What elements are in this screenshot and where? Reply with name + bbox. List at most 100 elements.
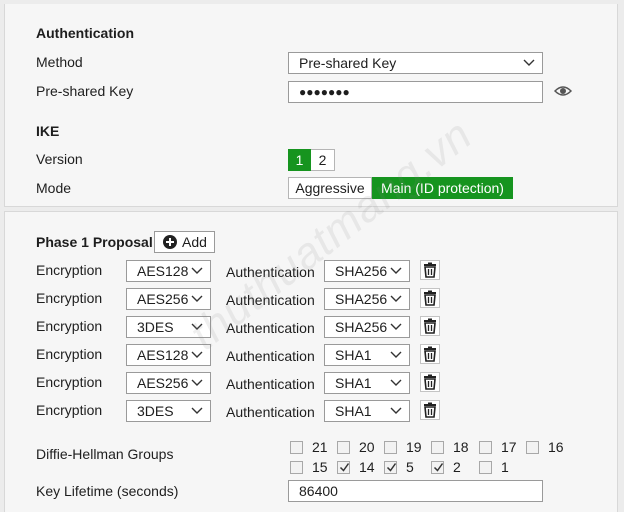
trash-icon[interactable] [420, 316, 440, 336]
encryption-select[interactable]: AES128 [126, 344, 211, 366]
authentication-label: Authentication [226, 348, 315, 364]
version-option-2[interactable]: 2 [311, 149, 335, 171]
dh-group-label: 20 [359, 439, 375, 455]
authentication-label: Authentication [226, 264, 315, 280]
dh-group-label: 17 [501, 439, 517, 455]
encryption-value: 3DES [137, 319, 174, 335]
mode-option-main[interactable]: Main (ID protection) [372, 177, 513, 199]
dh-group-checkbox[interactable] [526, 440, 539, 454]
dh-group-checkbox[interactable] [431, 440, 444, 454]
authentication-select[interactable]: SHA1 [324, 400, 410, 422]
plus-circle-icon [163, 235, 177, 249]
dh-group-label: 2 [453, 459, 461, 475]
authentication-select[interactable]: SHA256 [324, 316, 410, 338]
encryption-select[interactable]: 3DES [126, 400, 211, 422]
encryption-label: Encryption [36, 402, 103, 418]
add-button-label: Add [182, 234, 207, 250]
encryption-select[interactable]: 3DES [126, 316, 211, 338]
psk-input[interactable]: ●●●●●●● [288, 81, 543, 103]
version-option-1[interactable]: 1 [288, 149, 311, 171]
authentication-select[interactable]: SHA256 [324, 288, 410, 310]
authentication-label: Authentication [226, 292, 315, 308]
authentication-value: SHA1 [335, 403, 372, 419]
key-lifetime-label: Key Lifetime (seconds) [36, 483, 179, 499]
dh-group-checkbox[interactable] [479, 460, 492, 474]
chevron-down-icon [390, 295, 402, 302]
trash-icon[interactable] [420, 400, 440, 420]
dh-group-5[interactable]: 5 [384, 459, 414, 475]
dh-group-label: 21 [312, 439, 328, 455]
encryption-value: AES128 [137, 263, 189, 279]
dh-group-1[interactable]: 1 [479, 459, 509, 475]
dh-group-checkbox[interactable] [337, 460, 350, 474]
trash-icon[interactable] [420, 372, 440, 392]
add-proposal-button[interactable]: Add [154, 231, 215, 253]
key-lifetime-input[interactable]: 86400 [288, 480, 543, 502]
mode-option-aggressive[interactable]: Aggressive [288, 177, 372, 199]
dh-group-2[interactable]: 2 [431, 459, 461, 475]
dh-group-20[interactable]: 20 [337, 439, 375, 455]
dh-group-17[interactable]: 17 [479, 439, 517, 455]
encryption-select[interactable]: AES256 [126, 288, 211, 310]
encryption-label: Encryption [36, 374, 103, 390]
authentication-label: Authentication [226, 404, 315, 420]
authentication-value: SHA256 [335, 263, 388, 279]
authentication-select[interactable]: SHA1 [324, 344, 410, 366]
trash-icon[interactable] [420, 344, 440, 364]
trash-icon[interactable] [420, 288, 440, 308]
checkmark-icon [386, 462, 397, 472]
encryption-label: Encryption [36, 346, 103, 362]
encryption-value: AES256 [137, 375, 189, 391]
dh-group-15[interactable]: 15 [290, 459, 328, 475]
phase1-heading: Phase 1 Proposal [36, 234, 153, 250]
chevron-down-icon [191, 351, 203, 358]
method-select[interactable]: Pre-shared Key [288, 52, 543, 74]
authentication-value: SHA1 [335, 375, 372, 391]
authentication-select[interactable]: SHA256 [324, 260, 410, 282]
eye-icon[interactable] [554, 84, 572, 98]
dh-group-checkbox[interactable] [384, 440, 397, 454]
chevron-down-icon [390, 379, 402, 386]
encryption-value: 3DES [137, 403, 174, 419]
method-select-value: Pre-shared Key [299, 55, 397, 71]
dh-group-checkbox[interactable] [290, 440, 303, 454]
authentication-value: SHA1 [335, 347, 372, 363]
dh-group-checkbox[interactable] [337, 440, 350, 454]
dh-group-label: 16 [548, 439, 564, 455]
dh-group-checkbox[interactable] [479, 440, 492, 454]
trash-icon[interactable] [420, 260, 440, 280]
dh-group-14[interactable]: 14 [337, 459, 375, 475]
encryption-value: AES128 [137, 347, 189, 363]
encryption-select[interactable]: AES256 [126, 372, 211, 394]
dh-group-checkbox[interactable] [290, 460, 303, 474]
dh-group-16[interactable]: 16 [526, 439, 564, 455]
mode-label: Mode [36, 180, 72, 196]
dh-group-21[interactable]: 21 [290, 439, 328, 455]
chevron-down-icon [191, 407, 203, 414]
psk-label: Pre-shared Key [36, 83, 134, 99]
dh-group-checkbox[interactable] [431, 460, 444, 474]
dh-group-label: 19 [406, 439, 422, 455]
chevron-down-icon [191, 295, 203, 302]
dh-group-label: 5 [406, 459, 414, 475]
dh-group-checkbox[interactable] [384, 460, 397, 474]
chevron-down-icon [191, 379, 203, 386]
dh-group-label: 15 [312, 459, 328, 475]
checkmark-icon [433, 462, 444, 472]
encryption-value: AES256 [137, 291, 189, 307]
authentication-value: SHA256 [335, 291, 388, 307]
phase1-panel: Phase 1 Proposal Add Encryption AES128 A… [4, 211, 618, 512]
version-label: Version [36, 151, 83, 167]
encryption-label: Encryption [36, 318, 103, 334]
encryption-label: Encryption [36, 290, 103, 306]
encryption-label: Encryption [36, 262, 103, 278]
dh-group-label: 14 [359, 459, 375, 475]
encryption-select[interactable]: AES128 [126, 260, 211, 282]
dh-group-18[interactable]: 18 [431, 439, 469, 455]
chevron-down-icon [390, 351, 402, 358]
authentication-select[interactable]: SHA1 [324, 372, 410, 394]
checkmark-icon [339, 462, 350, 472]
chevron-down-icon [191, 267, 203, 274]
chevron-down-icon [390, 407, 402, 414]
dh-group-19[interactable]: 19 [384, 439, 422, 455]
